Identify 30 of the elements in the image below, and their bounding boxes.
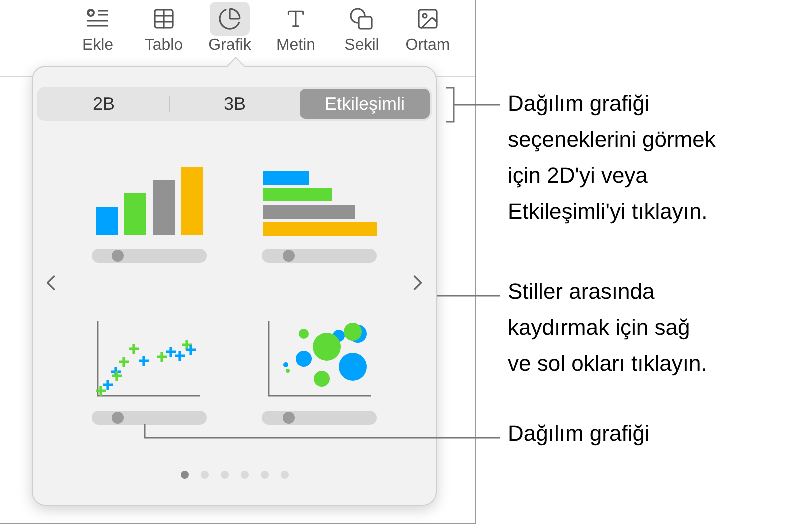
slider-thumb[interactable] bbox=[112, 250, 124, 262]
slider-track[interactable] bbox=[92, 411, 207, 425]
slider-track[interactable] bbox=[262, 249, 378, 263]
bar-chart-icon bbox=[262, 169, 378, 237]
image-icon bbox=[416, 7, 440, 31]
text-box-icon bbox=[285, 8, 307, 30]
slider-thumb[interactable] bbox=[282, 250, 295, 262]
toolbar-button[interactable]: Metin bbox=[268, 2, 324, 76]
callout-text: Dağılım grafiği bbox=[508, 420, 651, 448]
leader-line bbox=[437, 295, 500, 297]
slider-track[interactable] bbox=[262, 411, 378, 425]
toolbar-button[interactable]: Ortam bbox=[400, 2, 456, 76]
table-icon bbox=[152, 7, 176, 31]
scatter-chart-icon bbox=[96, 319, 202, 399]
bubble-chart-icon bbox=[266, 319, 373, 399]
callout-text: Stiller arasında kaydırmak için sağ ve sol okları tıklayın. bbox=[508, 278, 708, 378]
segment-tab[interactable]: 3B bbox=[170, 89, 300, 119]
slider-thumb[interactable] bbox=[282, 412, 295, 424]
pie-chart-icon bbox=[218, 7, 242, 31]
column-chart-icon bbox=[93, 165, 206, 237]
slider-track[interactable] bbox=[92, 249, 207, 263]
leader-line bbox=[445, 87, 501, 123]
toolbar-button[interactable]: Ekle bbox=[70, 2, 126, 76]
callout-text: Dağılım grafiği seçeneklerini görmek için 2D'yi veya Etkileşimli'yi tıklayın. bbox=[508, 90, 716, 226]
toolbar-button[interactable]: Tablo bbox=[136, 2, 192, 76]
toolbar-button[interactable]: Sekil bbox=[334, 2, 390, 76]
shapes-icon bbox=[349, 7, 375, 31]
slider-thumb[interactable] bbox=[112, 412, 124, 424]
insert-list-icon bbox=[85, 8, 111, 30]
segment-tab[interactable]: 2B bbox=[39, 89, 169, 119]
